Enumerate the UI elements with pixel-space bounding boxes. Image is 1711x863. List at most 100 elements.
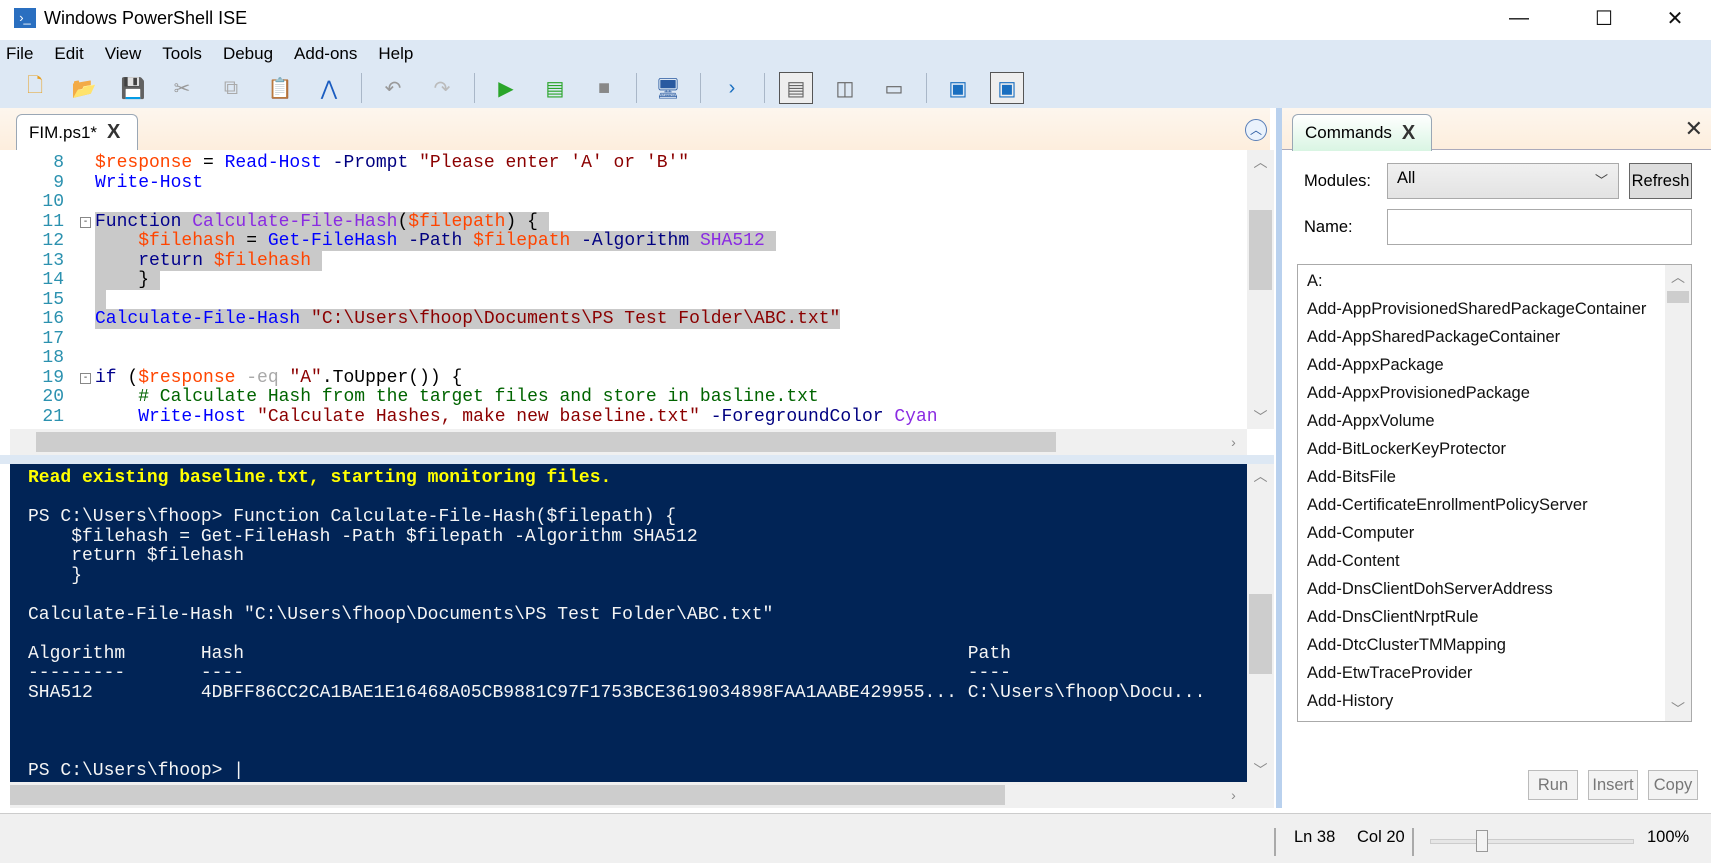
command-list-item[interactable]: Add-BitsFile: [1307, 463, 1396, 491]
line-number: 18: [42, 348, 64, 368]
zoom-slider-thumb[interactable]: [1476, 830, 1488, 852]
name-input[interactable]: [1387, 209, 1692, 245]
command-list-item[interactable]: Add-History: [1307, 687, 1393, 715]
remote-icon[interactable]: 🖥: [651, 72, 685, 104]
command-list-item[interactable]: Add-DnsClientDohServerAddress: [1307, 575, 1553, 603]
menu-debug[interactable]: Debug: [223, 44, 273, 64]
copy-icon[interactable]: ⧉: [214, 72, 248, 104]
command-list-item[interactable]: Add-AppxProvisionedPackage: [1307, 379, 1530, 407]
new-icon[interactable]: 🗋: [18, 72, 52, 104]
save-icon[interactable]: 💾: [116, 72, 150, 104]
console-output: Read existing baseline.txt, starting mon…: [28, 468, 1206, 781]
menu-file[interactable]: File: [6, 44, 33, 64]
scroll-thumb[interactable]: [10, 785, 1005, 805]
code-line: Calculate-File-Hash "C:\Users\fhoop\Docu…: [95, 309, 841, 330]
scroll-down-icon[interactable]: ﹀: [1665, 697, 1691, 721]
run-icon[interactable]: ▶: [489, 72, 523, 104]
show-commands-icon[interactable]: ▣: [990, 72, 1024, 104]
command-list-item[interactable]: Add-Computer: [1307, 519, 1414, 547]
cut-icon[interactable]: ✂: [165, 72, 199, 104]
modules-dropdown[interactable]: All ﹀: [1387, 163, 1619, 199]
commands-pane: Commands X ✕ Modules: All ﹀ Refresh Name: …: [1282, 108, 1711, 813]
console-body: PS C:\Users\fhoop> Function Calculate-Fi…: [28, 507, 1206, 781]
script-editor[interactable]: 8 $response = Read-Host -Prompt "Please e…: [10, 150, 1247, 429]
scroll-up-icon[interactable]: ︿: [1247, 464, 1274, 488]
code-token: =: [192, 153, 225, 173]
tab-label: FIM.ps1*: [29, 122, 98, 142]
command-list-item[interactable]: Add-DnsClientNrptRule: [1307, 603, 1479, 631]
fold-toggle-icon[interactable]: -: [80, 216, 91, 228]
paste-icon[interactable]: 📋: [263, 72, 297, 104]
menu-add-ons[interactable]: Add-ons: [294, 44, 357, 64]
zoom-slider[interactable]: [1430, 830, 1634, 852]
toolbar: 🗋 📂 💾 ✂ ⧉ 📋 ⋀ ↶ ↷ ▶ ▤ ■ 🖥 › ▤ ◫ ▭ ▣ ▣: [0, 68, 1711, 108]
scroll-up-icon[interactable]: ︿: [1665, 265, 1691, 289]
tab-fim-ps1[interactable]: FIM.ps1* X: [16, 114, 138, 150]
minimize-button[interactable]: —: [1491, 0, 1547, 36]
command-list-item[interactable]: A:: [1307, 267, 1323, 295]
console-pane[interactable]: Read existing baseline.txt, starting mon…: [10, 464, 1247, 782]
code-line: }: [95, 270, 160, 291]
editor-horizontal-scrollbar[interactable]: ›: [10, 429, 1247, 455]
insert-button[interactable]: Insert: [1588, 770, 1638, 800]
command-list-item[interactable]: Add-AppxVolume: [1307, 407, 1435, 435]
command-list-item[interactable]: Add-EtwTraceProvider: [1307, 659, 1472, 687]
close-pane-icon[interactable]: ✕: [1685, 116, 1703, 142]
open-icon[interactable]: 📂: [67, 72, 101, 104]
editor-vertical-scrollbar[interactable]: ︿ ﹀: [1247, 150, 1274, 429]
toolbar-separator: [764, 73, 765, 103]
menu-view[interactable]: View: [105, 44, 142, 64]
command-list-item[interactable]: Add-DtcClusterTMMapping: [1307, 631, 1506, 659]
clear-icon[interactable]: ⋀: [312, 72, 346, 104]
command-list-item[interactable]: Add-AppProvisionedSharedPackageContainer: [1307, 295, 1646, 323]
menu-help[interactable]: Help: [378, 44, 413, 64]
divider: [1412, 828, 1414, 856]
command-list-item[interactable]: Add-BitLockerKeyProtector: [1307, 435, 1506, 463]
redo-icon[interactable]: ↷: [425, 72, 459, 104]
collapse-script-pane-icon[interactable]: ︿: [1245, 119, 1267, 141]
show-script-icon[interactable]: ▣: [941, 72, 975, 104]
list-vertical-scrollbar[interactable]: ︿ ﹀: [1665, 265, 1691, 721]
scroll-thumb[interactable]: [1249, 594, 1272, 674]
command-list-item[interactable]: Add-AppSharedPackageContainer: [1307, 323, 1560, 351]
copy-button[interactable]: Copy: [1648, 770, 1698, 800]
layout-top-icon[interactable]: ▤: [779, 72, 813, 104]
undo-icon[interactable]: ↶: [376, 72, 410, 104]
scroll-up-icon[interactable]: ︿: [1247, 150, 1274, 174]
commands-list[interactable]: ︿ ﹀ A: Add-AppProvisionedSharedPackageCon…: [1297, 264, 1692, 722]
tab-commands[interactable]: Commands X: [1292, 114, 1432, 151]
command-list-item[interactable]: Add-Content: [1307, 547, 1400, 575]
toolbar-separator: [361, 73, 362, 103]
code-token: Calculate-File-Hash: [192, 211, 398, 232]
scroll-down-icon[interactable]: ﹀: [1247, 405, 1274, 429]
maximize-button[interactable]: ☐: [1576, 0, 1632, 36]
run-selection-icon[interactable]: ▤: [538, 72, 572, 104]
scroll-thumb[interactable]: [1249, 210, 1272, 290]
console-vertical-scrollbar[interactable]: ︿ ﹀: [1247, 464, 1274, 782]
powershell-icon[interactable]: ›: [715, 72, 749, 104]
pane-splitter[interactable]: [0, 455, 1274, 464]
menu-edit[interactable]: Edit: [54, 44, 83, 64]
command-list-item[interactable]: Add-CertificateEnrollmentPolicyServer: [1307, 491, 1588, 519]
run-button[interactable]: Run: [1528, 770, 1578, 800]
zoom-level: 100%: [1647, 828, 1690, 846]
layout-right-icon[interactable]: ◫: [828, 72, 862, 104]
modules-label: Modules:: [1304, 172, 1371, 190]
close-tab-icon[interactable]: X: [1402, 122, 1415, 145]
scroll-down-icon[interactable]: ﹀: [1247, 758, 1274, 782]
toolbar-separator: [636, 73, 637, 103]
code-token: $response: [95, 153, 193, 173]
layout-max-icon[interactable]: ▭: [877, 72, 911, 104]
refresh-button[interactable]: Refresh: [1629, 163, 1692, 199]
console-horizontal-scrollbar[interactable]: ›: [10, 782, 1274, 808]
close-button[interactable]: ✕: [1647, 0, 1703, 36]
close-tab-icon[interactable]: X: [107, 121, 120, 144]
stop-icon[interactable]: ■: [587, 72, 621, 104]
scroll-thumb[interactable]: [1667, 291, 1689, 303]
scroll-right-icon[interactable]: ›: [1220, 430, 1247, 454]
menu-tools[interactable]: Tools: [162, 44, 202, 64]
fold-toggle-icon[interactable]: -: [80, 372, 91, 384]
command-list-item[interactable]: Add-AppxPackage: [1307, 351, 1444, 379]
scroll-thumb[interactable]: [36, 432, 1056, 452]
scroll-right-icon[interactable]: ›: [1220, 783, 1247, 807]
